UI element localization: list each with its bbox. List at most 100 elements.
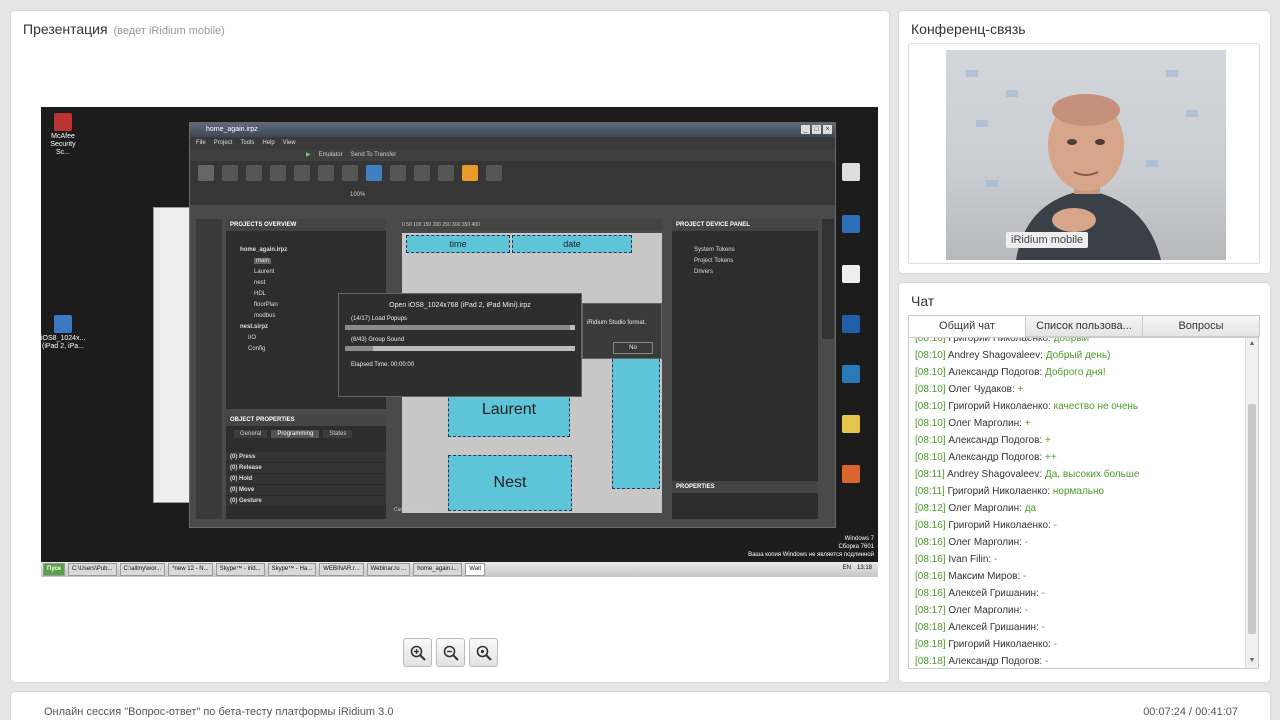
tab-states[interactable]: States: [323, 430, 353, 438]
chat-message-time: [08:18]: [915, 639, 946, 650]
scroll-thumb[interactable]: [1248, 404, 1256, 634]
device-tree-item[interactable]: System Tokens: [672, 245, 818, 256]
canvas-item-date[interactable]: date: [512, 235, 632, 253]
tab-questions[interactable]: Вопросы: [1142, 315, 1260, 337]
clock: 13:18: [856, 565, 872, 571]
grid-icon[interactable]: [342, 165, 358, 181]
projects-toolbar: [226, 231, 386, 245]
taskbar-item[interactable]: Skype™ - irid...: [215, 563, 265, 576]
side-tabs[interactable]: [822, 219, 834, 339]
event-row[interactable]: (0) Hold: [226, 474, 386, 485]
zoom-out-button[interactable]: [436, 638, 465, 667]
menu-file[interactable]: File: [196, 137, 206, 149]
settings-icon[interactable]: [318, 165, 334, 181]
delete-icon[interactable]: [294, 165, 310, 181]
tab-general[interactable]: General: [234, 430, 268, 438]
globe-icon[interactable]: [366, 165, 382, 181]
chat-message: [08:10] Andrey Shagovaleev: Добрый день): [915, 347, 1242, 364]
chat-message-time: [08:16]: [915, 520, 946, 531]
chat-message-author: Ivan Filin:: [948, 554, 992, 565]
tree-item[interactable]: main: [226, 256, 386, 267]
taskbar-item[interactable]: C:\allmy\wor...: [119, 563, 166, 576]
chat-message: [08:10] Александр Подогов: Доброго дня!: [915, 364, 1242, 381]
menu-help[interactable]: Help: [262, 137, 274, 149]
zoom-value[interactable]: 100%: [350, 192, 365, 198]
emulator-button[interactable]: Emulator: [319, 149, 343, 161]
image-icon[interactable]: [414, 165, 430, 181]
zoom-fit-icon: [476, 645, 492, 661]
taskbar-item[interactable]: Skype™ - Ha...: [267, 563, 317, 576]
event-row[interactable]: (0) Press: [226, 452, 386, 463]
chat-message-time: [08:18]: [915, 622, 946, 633]
chat-message-text: качество не очень: [1053, 401, 1139, 412]
shape-icon[interactable]: [390, 165, 406, 181]
menu-project[interactable]: Project: [214, 137, 233, 149]
select-tool-icon[interactable]: [222, 165, 238, 181]
event-row[interactable]: (0) Release: [226, 463, 386, 474]
zoom-in-icon: [410, 645, 426, 661]
js-icon[interactable]: [462, 165, 478, 181]
send-to-transfer-button[interactable]: Send To Transfer: [351, 149, 397, 161]
zoom-reset-button[interactable]: [469, 638, 498, 667]
chat-log[interactable]: [08:10] Григорий Николаенко: добрый [08:1…: [908, 337, 1259, 669]
presentation-title: Презентация: [23, 21, 108, 37]
load-step-2: (6/43) Group Sound: [351, 337, 405, 343]
scroll-down-icon[interactable]: ▼: [1247, 656, 1257, 666]
tree-item[interactable]: nest: [226, 278, 386, 289]
menu-tools[interactable]: Tools: [240, 137, 254, 149]
load-dialog-title: Open iOS8_1024x768 (iPad 2, iPad Mini).i…: [389, 302, 531, 309]
chat-message-text: -: [1024, 537, 1029, 548]
project-device-panel: PROJECT DEVICE PANEL System Tokens Proje…: [672, 219, 818, 519]
taskbar-item[interactable]: Webinar.ru ...: [366, 563, 411, 576]
omega-icon[interactable]: [438, 165, 454, 181]
chat-message: [08:10] Григорий Николаенко: добрый: [915, 337, 1242, 347]
device-tree-item[interactable]: Drivers: [672, 267, 818, 278]
desktop-icon-right: [841, 215, 861, 235]
chat-message-time: [08:10]: [915, 337, 946, 344]
event-row[interactable]: (0) Gesture: [226, 496, 386, 507]
tree-item[interactable]: Laurent: [226, 267, 386, 278]
tree-item[interactable]: home_again.irpz: [226, 245, 386, 256]
taskbar-item[interactable]: *new 12 - N...: [168, 563, 213, 576]
ide-toolbar-tools: [190, 161, 835, 185]
webcam-video: [946, 50, 1226, 260]
menu-view[interactable]: View: [283, 137, 296, 149]
minimize-icon[interactable]: _: [801, 125, 810, 134]
canvas-item[interactable]: [612, 349, 660, 489]
chat-message: [08:16] Максим Миров: -: [915, 568, 1242, 585]
pointer-tool-icon[interactable]: [198, 165, 214, 181]
chat-message-text: Добрый день): [1045, 350, 1111, 361]
taskbar-item[interactable]: C:\Users\Pub...: [67, 563, 117, 576]
redo-icon[interactable]: [270, 165, 286, 181]
tools-icon: [54, 315, 72, 333]
conference-title: Конференц-связь: [911, 21, 1026, 37]
device-tree-item[interactable]: Project Tokens: [672, 256, 818, 267]
undo-icon[interactable]: [246, 165, 262, 181]
zoom-in-button[interactable]: [403, 638, 432, 667]
taskbar-item[interactable]: WEBINAR.r...: [319, 563, 364, 576]
chat-message-time: [08:10]: [915, 350, 946, 361]
chat-message-time: [08:10]: [915, 384, 946, 395]
event-row[interactable]: (0) Move: [226, 485, 386, 496]
background-window: [153, 207, 193, 503]
tab-programming[interactable]: Programming: [271, 430, 320, 438]
no-button[interactable]: No: [613, 342, 653, 354]
taskbar-item[interactable]: Wait: [465, 563, 486, 576]
tab-general-chat[interactable]: Общий чат: [908, 315, 1026, 337]
window-controls: _ □ ×: [801, 125, 832, 134]
tab-user-list[interactable]: Список пользова...: [1025, 315, 1143, 337]
language-indicator[interactable]: EN: [843, 563, 851, 576]
maximize-icon[interactable]: □: [812, 125, 821, 134]
link-icon[interactable]: [486, 165, 502, 181]
canvas-item-time[interactable]: time: [406, 235, 510, 253]
chat-message-time: [08:16]: [915, 588, 946, 599]
session-title: Онлайн сессия "Вопрос-ответ" по бета-тес…: [44, 706, 394, 718]
chat-scrollbar[interactable]: ▲ ▼: [1245, 338, 1258, 668]
start-button[interactable]: Пуск: [43, 563, 65, 576]
close-icon[interactable]: ×: [823, 125, 832, 134]
scroll-up-icon[interactable]: ▲: [1247, 339, 1257, 349]
chat-message-author: Олег Марголин:: [948, 418, 1022, 429]
canvas-item-nest[interactable]: Nest: [448, 455, 572, 511]
taskbar-item[interactable]: home_again.i...: [413, 563, 463, 576]
wireshark-icon: [842, 315, 860, 333]
